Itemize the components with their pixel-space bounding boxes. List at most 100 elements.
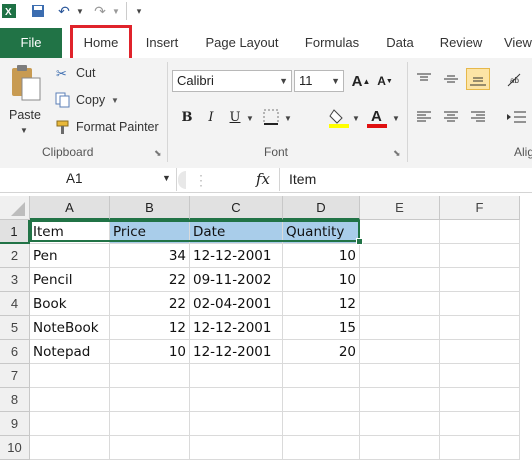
cell-b8[interactable] — [110, 388, 190, 412]
cell-a3[interactable]: Pencil — [30, 268, 110, 292]
cell-b5[interactable]: 12 — [110, 316, 190, 340]
italic-button[interactable]: I — [200, 106, 222, 128]
cell-d5[interactable]: 15 — [283, 316, 360, 340]
copy-button[interactable]: Copy — [76, 93, 105, 107]
cell-d2[interactable]: 10 — [283, 244, 360, 268]
insert-function-icon[interactable]: fx — [256, 170, 270, 188]
cell-d7[interactable] — [283, 364, 360, 388]
cell-f9[interactable] — [440, 412, 520, 436]
cell-c9[interactable] — [190, 412, 283, 436]
cell-f3[interactable] — [440, 268, 520, 292]
font-name-combo[interactable]: Calibri ▼ — [172, 70, 292, 92]
row-header-9[interactable]: 9 — [0, 412, 30, 436]
tab-file[interactable]: File — [0, 28, 62, 58]
formula-bar-grip[interactable] — [178, 171, 186, 189]
cell-d6[interactable]: 20 — [283, 340, 360, 364]
cell-a8[interactable] — [30, 388, 110, 412]
cell-f5[interactable] — [440, 316, 520, 340]
tab-review[interactable]: Review — [434, 28, 488, 58]
cell-c8[interactable] — [190, 388, 283, 412]
cell-e6[interactable] — [360, 340, 440, 364]
shrink-font-icon[interactable]: A ▼ — [374, 70, 396, 92]
paste-dropdown-icon[interactable]: ▼ — [20, 126, 28, 135]
cell-f8[interactable] — [440, 388, 520, 412]
font-color-dropdown-icon[interactable]: ▼ — [392, 114, 400, 123]
tab-formulas[interactable]: Formulas — [298, 28, 366, 58]
cell-c3[interactable]: 09-11-2002 — [190, 268, 283, 292]
cell-f2[interactable] — [440, 244, 520, 268]
row-header-1[interactable]: 1 — [0, 220, 30, 244]
cell-d9[interactable] — [283, 412, 360, 436]
row-header-8[interactable]: 8 — [0, 388, 30, 412]
row-header-2[interactable]: 2 — [0, 244, 30, 268]
underline-dropdown-icon[interactable]: ▼ — [246, 114, 254, 123]
tab-data[interactable]: Data — [380, 28, 420, 58]
name-box-dropdown-icon[interactable]: ▼ — [162, 173, 171, 183]
align-right-icon[interactable] — [470, 110, 486, 124]
customize-qat-icon[interactable]: ▾ — [134, 2, 144, 20]
column-header-f[interactable]: F — [440, 196, 520, 220]
font-size-dropdown-icon[interactable]: ▼ — [331, 71, 340, 91]
column-header-b[interactable]: B — [110, 196, 190, 220]
cut-button[interactable]: Cut — [76, 66, 95, 80]
undo-dropdown-icon[interactable]: ▼ — [76, 2, 84, 20]
row-header-7[interactable]: 7 — [0, 364, 30, 388]
bottom-align-icon[interactable] — [466, 68, 490, 90]
cell-f4[interactable] — [440, 292, 520, 316]
cell-f6[interactable] — [440, 340, 520, 364]
cell-d3[interactable]: 10 — [283, 268, 360, 292]
cell-d4[interactable]: 12 — [283, 292, 360, 316]
fill-color-icon[interactable] — [328, 106, 350, 128]
clipboard-launcher-icon[interactable]: ⬊ — [154, 148, 162, 159]
undo-icon[interactable]: ↶ — [56, 2, 72, 20]
name-box[interactable]: A1 ▼ — [0, 168, 177, 191]
cell-a5[interactable]: NoteBook — [30, 316, 110, 340]
cell-e7[interactable] — [360, 364, 440, 388]
cell-a1[interactable]: Item — [30, 220, 110, 244]
tab-page-layout[interactable]: Page Layout — [198, 28, 286, 58]
cell-b10[interactable] — [110, 436, 190, 460]
grow-font-icon[interactable]: A ▲ — [350, 70, 372, 92]
row-header-10[interactable]: 10 — [0, 436, 30, 460]
borders-icon[interactable] — [262, 108, 282, 126]
top-align-icon[interactable] — [416, 72, 432, 86]
cell-a2[interactable]: Pen — [30, 244, 110, 268]
indent-icon[interactable] — [506, 110, 526, 124]
cell-e10[interactable] — [360, 436, 440, 460]
format-painter-button[interactable]: Format Painter — [76, 120, 159, 134]
column-header-a[interactable]: A — [30, 196, 110, 220]
align-center-icon[interactable] — [443, 110, 459, 124]
cell-e8[interactable] — [360, 388, 440, 412]
cell-c7[interactable] — [190, 364, 283, 388]
cell-a10[interactable] — [30, 436, 110, 460]
fill-handle[interactable] — [356, 238, 363, 245]
worksheet-grid[interactable]: ABCDEF 1 2 3 4 5 6 7 8 9 10 Item Price Date Quantity… — [0, 196, 532, 460]
cell-b2[interactable]: 34 — [110, 244, 190, 268]
borders-dropdown-icon[interactable]: ▼ — [284, 114, 292, 123]
middle-align-icon[interactable] — [443, 72, 459, 86]
format-painter-icon[interactable] — [55, 119, 71, 135]
copy-icon[interactable] — [55, 92, 71, 108]
cell-d8[interactable] — [283, 388, 360, 412]
cell-b4[interactable]: 22 — [110, 292, 190, 316]
column-header-c[interactable]: C — [190, 196, 283, 220]
paste-label[interactable]: Paste — [9, 108, 41, 122]
cell-e2[interactable] — [360, 244, 440, 268]
row-header-5[interactable]: 5 — [0, 316, 30, 340]
cell-b1[interactable]: Price — [110, 220, 190, 244]
cell-e4[interactable] — [360, 292, 440, 316]
cell-c1[interactable]: Date — [190, 220, 283, 244]
copy-dropdown-icon[interactable]: ▼ — [111, 96, 119, 105]
orientation-icon[interactable]: ab — [506, 72, 526, 88]
save-icon[interactable] — [30, 2, 46, 20]
cell-a7[interactable] — [30, 364, 110, 388]
cell-f1[interactable] — [440, 220, 520, 244]
underline-button[interactable]: U — [224, 106, 246, 128]
redo-icon[interactable]: ↷ — [92, 2, 108, 20]
cell-f10[interactable] — [440, 436, 520, 460]
column-header-e[interactable]: E — [360, 196, 440, 220]
fill-color-dropdown-icon[interactable]: ▼ — [352, 114, 360, 123]
font-color-icon[interactable]: A — [366, 106, 388, 128]
tab-view[interactable]: View — [504, 28, 532, 58]
cell-d10[interactable] — [283, 436, 360, 460]
